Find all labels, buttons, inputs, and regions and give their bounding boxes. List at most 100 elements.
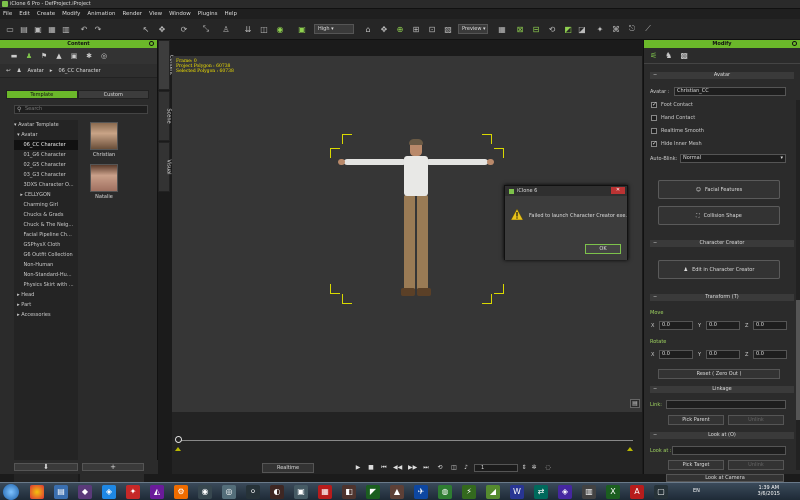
link-field[interactable] xyxy=(666,400,786,409)
prev-frame-icon[interactable]: ◀◀ xyxy=(393,464,402,472)
app-icon[interactable]: ◭ xyxy=(150,485,164,499)
app-icon[interactable]: ◢ xyxy=(486,485,500,499)
start-marker[interactable] xyxy=(175,447,181,451)
wireframe-icon[interactable]: ◩ xyxy=(562,23,574,35)
avatar-name-field[interactable]: Christian_CC xyxy=(674,87,786,96)
sync-icon[interactable]: ⟲ xyxy=(546,23,558,35)
next-frame-icon[interactable]: ▶▶ xyxy=(408,464,417,472)
link-icon[interactable]: ⎋ xyxy=(626,23,638,35)
menu-modify[interactable]: Modify xyxy=(62,11,80,17)
move-z-field[interactable]: 0.0 xyxy=(753,321,787,330)
scrollbar-thumb[interactable] xyxy=(796,300,800,420)
app-icon[interactable]: ⚡ xyxy=(462,485,476,499)
camera-icon[interactable]: ◎ xyxy=(100,52,108,60)
music-icon[interactable]: ♪ xyxy=(462,464,470,472)
menu-file[interactable]: File xyxy=(3,11,12,17)
rotate-z-field[interactable]: 0.0 xyxy=(753,350,787,359)
tree-item[interactable]: Chuck & The Neig... xyxy=(14,220,78,230)
back-icon[interactable]: ↩ xyxy=(6,68,11,74)
timeline-scrubber[interactable] xyxy=(175,436,182,443)
redo-icon[interactable]: ↷ xyxy=(92,23,104,35)
motion-icon[interactable]: ⚑ xyxy=(40,52,48,60)
dialog-close-button[interactable]: ✕ xyxy=(611,187,625,194)
unlink-button[interactable]: Unlink xyxy=(728,415,784,425)
word-icon[interactable]: W xyxy=(510,485,524,499)
rotate-x-field[interactable]: 0.0 xyxy=(659,350,693,359)
tree-item[interactable]: Physics Skirt with ... xyxy=(14,280,78,290)
tab-scene[interactable]: Scene xyxy=(158,91,172,141)
lookat-section-header[interactable]: − Look at (O) xyxy=(650,432,794,439)
grid-icon[interactable]: ▦ xyxy=(496,23,508,35)
app-icon[interactable]: ◈ xyxy=(558,485,572,499)
orbit-icon[interactable]: ⊞ xyxy=(410,23,422,35)
pick-parent-button[interactable]: Pick Parent xyxy=(668,415,724,425)
tree-item[interactable]: Chucks & Grads xyxy=(14,210,78,220)
cc-section-header[interactable]: − Character Creator xyxy=(650,240,794,247)
app-icon[interactable]: ▣ xyxy=(294,485,308,499)
iclone-taskbar-icon[interactable]: ◍ xyxy=(438,485,452,499)
menu-view[interactable]: View xyxy=(149,11,162,17)
tree-item[interactable]: 03_G3 Character xyxy=(14,170,78,180)
camera-icon[interactable]: ◫ xyxy=(258,23,270,35)
avatar-icon[interactable]: ♟ xyxy=(25,52,33,60)
ok-button[interactable]: OK xyxy=(585,244,621,254)
tree-item[interactable]: G6 Outfit Collection xyxy=(14,250,78,260)
visibility-eye-icon[interactable]: ◉ xyxy=(274,23,286,35)
stop-icon[interactable]: ■ xyxy=(367,464,375,472)
menu-create[interactable]: Create xyxy=(37,11,55,17)
menu-render[interactable]: Render xyxy=(122,11,142,17)
home-icon[interactable]: ⌂ xyxy=(362,23,374,35)
app-icon[interactable]: ▥ xyxy=(582,485,596,499)
tree-item[interactable]: 3DXS Character O... xyxy=(14,180,78,190)
tab-template[interactable]: Template xyxy=(6,90,78,99)
export-icon[interactable]: ▦ xyxy=(46,23,58,35)
unlink-target-button[interactable]: Unlink xyxy=(728,460,784,470)
app-icon[interactable]: ◐ xyxy=(270,485,284,499)
camera-switch-icon[interactable]: ◫ xyxy=(450,464,458,472)
tree-item[interactable]: ▸ Part xyxy=(14,300,78,310)
chrome-icon[interactable] xyxy=(30,485,44,499)
timeline-track[interactable] xyxy=(178,440,633,441)
pick-target-button[interactable]: Pick Target xyxy=(668,460,724,470)
tree-item[interactable]: ▾ Avatar xyxy=(14,130,78,140)
rotate-icon[interactable]: ⟳ xyxy=(178,23,190,35)
linkage-section-header[interactable]: − Linkage xyxy=(650,386,794,393)
pan-icon[interactable]: ✥ xyxy=(378,23,390,35)
collision-shape-button[interactable]: ⛶ Collision Shape xyxy=(658,206,780,225)
app-icon[interactable]: ✦ xyxy=(126,485,140,499)
explorer-icon[interactable]: ▤ xyxy=(54,485,68,499)
pin-icon[interactable] xyxy=(792,41,797,46)
checker-icon[interactable]: ▩ xyxy=(680,51,688,60)
thumb-natalie[interactable]: Natalie xyxy=(84,164,124,204)
tree-item[interactable]: Facial Pipeline Ch... xyxy=(14,230,78,240)
align-icon[interactable]: ⇊ xyxy=(242,23,254,35)
app-icon[interactable]: ⇄ xyxy=(534,485,548,499)
tree-item[interactable]: ▸ Head xyxy=(14,290,78,300)
tab-content[interactable]: Content xyxy=(158,40,174,90)
facial-features-button[interactable]: ☺ Facial Features xyxy=(658,180,780,199)
menu-edit[interactable]: Edit xyxy=(19,11,30,17)
fps-stepper-icon[interactable]: ⇕ xyxy=(520,464,528,472)
start-button[interactable] xyxy=(3,484,19,500)
pick-icon[interactable]: ✦ xyxy=(594,23,606,35)
tree-item[interactable]: GSPhysX Cloth xyxy=(14,240,78,250)
move-x-field[interactable]: 0.0 xyxy=(659,321,693,330)
pin-icon[interactable] xyxy=(149,41,154,46)
scale-icon[interactable]: ⤡ xyxy=(200,23,212,35)
bone-icon[interactable]: ⟋ xyxy=(642,23,654,35)
menu-plugins[interactable]: Plugins xyxy=(198,11,218,17)
thumb-christian[interactable]: Christian xyxy=(84,122,124,162)
menu-animation[interactable]: Animation xyxy=(87,11,115,17)
new-project-icon[interactable]: ▭ xyxy=(4,23,16,35)
frame-input[interactable]: 1 xyxy=(474,464,518,472)
props-icon[interactable]: ▲ xyxy=(55,52,63,60)
app-icon[interactable]: ◉ xyxy=(198,485,212,499)
app-icon[interactable]: ▦ xyxy=(318,485,332,499)
app-icon[interactable]: ✈ xyxy=(414,485,428,499)
save-icon[interactable]: ▣ xyxy=(32,23,44,35)
layout-icon[interactable]: ▧ xyxy=(442,23,454,35)
tree-item[interactable]: Non-Standard-Hu... xyxy=(14,270,78,280)
tab-visual[interactable]: Visual xyxy=(158,142,171,192)
render-icon[interactable]: ▥ xyxy=(60,23,72,35)
scene-icon[interactable]: ▣ xyxy=(70,52,78,60)
